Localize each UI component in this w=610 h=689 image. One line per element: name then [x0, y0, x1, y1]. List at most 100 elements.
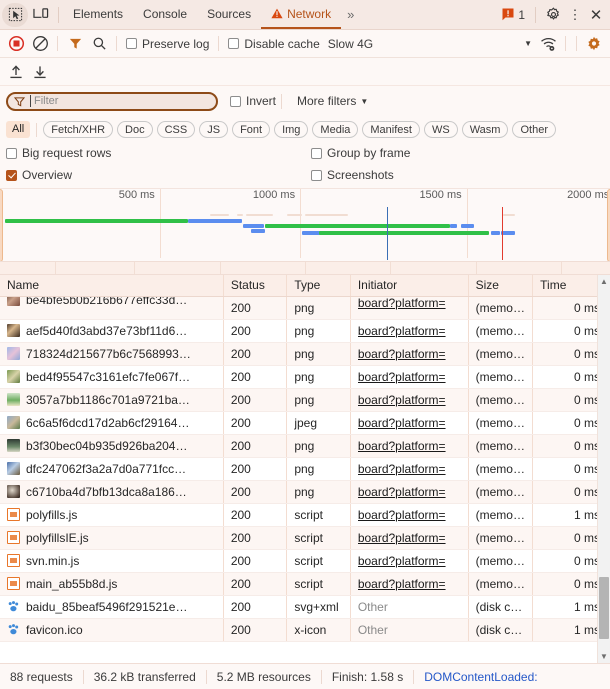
table-row[interactable]: svn.min.js 200 script board?platform= (m…: [0, 549, 610, 573]
disable-cache-checkbox[interactable]: Disable cache: [224, 37, 323, 51]
column-header-size[interactable]: Size: [468, 275, 534, 297]
table-row[interactable]: bed4f95547c3161efc7fe067f… 200 png board…: [0, 365, 610, 389]
cell-name[interactable]: 6c6a5f6dcd17d2ab6cf29164…: [0, 411, 224, 435]
initiator-link[interactable]: board?platform=: [358, 416, 467, 430]
table-row[interactable]: baidu_85beaf5496f291521e… 200 svg+xml Ot…: [0, 595, 610, 619]
chip-img[interactable]: Img: [274, 121, 309, 138]
cell-initiator[interactable]: board?platform=: [350, 342, 469, 366]
cell-name[interactable]: 3057a7bb1186c701a9721ba…: [0, 388, 224, 412]
cell-initiator[interactable]: board?platform=: [350, 480, 469, 504]
chip-fetch-xhr[interactable]: Fetch/XHR: [43, 121, 114, 138]
export-har-icon[interactable]: [32, 64, 48, 80]
chip-doc[interactable]: Doc: [117, 121, 153, 138]
table-scrollbar[interactable]: ▲ ▼: [597, 275, 610, 663]
import-har-icon[interactable]: [8, 64, 24, 80]
cell-initiator[interactable]: board?platform=: [350, 457, 469, 481]
search-input[interactable]: Filter: [6, 91, 218, 111]
scroll-down-arrow[interactable]: ▼: [598, 650, 610, 663]
column-header-name[interactable]: Name: [0, 275, 224, 297]
cell-initiator[interactable]: board?platform=: [350, 526, 469, 550]
table-row[interactable]: main_ab55b8d.js 200 script board?platfor…: [0, 572, 610, 596]
chip-font[interactable]: Font: [232, 121, 271, 138]
table-row[interactable]: 6c6a5f6dcd17d2ab6cf29164… 200 jpeg board…: [0, 411, 610, 435]
column-header-initiator[interactable]: Initiator: [350, 275, 469, 297]
more-filters-dropdown[interactable]: More filters ▼: [297, 94, 368, 108]
initiator-link[interactable]: board?platform=: [358, 439, 467, 453]
cell-initiator[interactable]: board?platform=: [350, 549, 469, 573]
cell-name[interactable]: dfc247062f3a2a7d0a771fcc…: [0, 457, 224, 481]
request-table-container[interactable]: Name Status Type Initiator Size Time be4…: [0, 275, 610, 663]
tab-elements[interactable]: Elements: [63, 0, 133, 29]
tab-console[interactable]: Console: [133, 0, 197, 29]
cell-name[interactable]: baidu_85beaf5496f291521e…: [0, 595, 224, 619]
record-stop-icon[interactable]: [4, 33, 28, 55]
big-request-rows-checkbox[interactable]: Big request rows: [6, 146, 311, 160]
table-row[interactable]: c6710ba4d7bfb13dca8a186… 200 png board?p…: [0, 480, 610, 504]
cell-initiator[interactable]: board?platform=: [350, 572, 469, 596]
table-row[interactable]: dfc247062f3a2a7d0a771fcc… 200 png board?…: [0, 457, 610, 481]
table-row[interactable]: 718324d215677b6c7568993… 200 png board?p…: [0, 342, 610, 366]
table-row[interactable]: 3057a7bb1186c701a9721ba… 200 png board?p…: [0, 388, 610, 412]
cell-initiator[interactable]: board?platform=: [350, 434, 469, 458]
search-icon[interactable]: [87, 33, 111, 55]
column-header-status[interactable]: Status: [223, 275, 288, 297]
network-overview[interactable]: 500 ms 1000 ms 1500 ms 2000 ms: [0, 189, 610, 275]
column-header-type[interactable]: Type: [286, 275, 351, 297]
cell-name[interactable]: bed4f95547c3161efc7fe067f…: [0, 365, 224, 389]
chip-wasm[interactable]: Wasm: [461, 121, 509, 138]
initiator-link[interactable]: board?platform=: [358, 347, 467, 361]
overview-checkbox[interactable]: Overview: [6, 168, 311, 182]
device-toolbar-icon[interactable]: [28, 3, 54, 27]
table-row[interactable]: polyfills.js 200 script board?platform= …: [0, 503, 610, 527]
clear-icon[interactable]: [28, 33, 52, 55]
initiator-link[interactable]: board?platform=: [358, 370, 467, 384]
group-by-frame-checkbox[interactable]: Group by frame: [311, 146, 604, 160]
cell-name[interactable]: polyfills.js: [0, 503, 224, 527]
gear-icon[interactable]: [540, 3, 566, 27]
table-row[interactable]: aef5d40fd3abd37e73bf11d6… 200 png board?…: [0, 319, 610, 343]
more-tabs-icon[interactable]: »: [341, 7, 360, 22]
cell-initiator[interactable]: board?platform=: [350, 411, 469, 435]
initiator-link[interactable]: board?platform=: [358, 577, 467, 591]
cell-initiator[interactable]: board?platform=: [350, 503, 469, 527]
filter-funnel-icon[interactable]: [63, 33, 87, 55]
cell-name[interactable]: main_ab55b8d.js: [0, 572, 224, 596]
tab-sources[interactable]: Sources: [197, 0, 261, 29]
table-row[interactable]: be4bfe5b0b216b677effc33d… 200 png board?…: [0, 296, 610, 320]
error-count-badge[interactable]: 1: [496, 8, 531, 22]
initiator-link[interactable]: board?platform=: [358, 554, 467, 568]
cell-initiator[interactable]: board?platform=: [350, 365, 469, 389]
cell-name[interactable]: 718324d215677b6c7568993…: [0, 342, 224, 366]
table-row[interactable]: b3f30bec04b935d926ba204… 200 png board?p…: [0, 434, 610, 458]
chip-ws[interactable]: WS: [423, 121, 458, 138]
chip-js[interactable]: JS: [199, 121, 229, 138]
cell-initiator[interactable]: board?platform=: [350, 388, 469, 412]
initiator-link[interactable]: board?platform=: [358, 296, 467, 310]
chip-manifest[interactable]: Manifest: [362, 121, 420, 138]
network-conditions-icon[interactable]: [536, 33, 560, 55]
initiator-link[interactable]: board?platform=: [358, 324, 467, 338]
initiator-link[interactable]: board?platform=: [358, 462, 467, 476]
tab-network[interactable]: Network: [261, 0, 342, 29]
cell-initiator[interactable]: board?platform=: [350, 319, 469, 343]
chip-all[interactable]: All: [6, 121, 31, 138]
cell-name[interactable]: favicon.ico: [0, 618, 224, 642]
table-row[interactable]: favicon.ico 200 x-icon Other (disk c… 1 …: [0, 618, 610, 642]
close-icon[interactable]: ✕: [584, 6, 608, 24]
cell-name[interactable]: b3f30bec04b935d926ba204…: [0, 434, 224, 458]
table-row[interactable]: polyfillsIE.js 200 script board?platform…: [0, 526, 610, 550]
screenshots-checkbox[interactable]: Screenshots: [311, 168, 604, 182]
settings-gear-icon[interactable]: [582, 33, 606, 55]
initiator-link[interactable]: board?platform=: [358, 508, 467, 522]
chevron-down-icon[interactable]: ▼: [520, 39, 536, 48]
overview-window-handle-left[interactable]: [0, 189, 3, 262]
cell-name[interactable]: svn.min.js: [0, 549, 224, 573]
initiator-link[interactable]: board?platform=: [358, 531, 467, 545]
cell-name[interactable]: polyfillsIE.js: [0, 526, 224, 550]
inspect-element-icon[interactable]: [2, 2, 28, 27]
preserve-log-checkbox[interactable]: Preserve log: [122, 37, 213, 51]
initiator-link[interactable]: board?platform=: [358, 393, 467, 407]
cell-name[interactable]: c6710ba4d7bfb13dca8a186…: [0, 480, 224, 504]
initiator-link[interactable]: board?platform=: [358, 485, 467, 499]
cell-name[interactable]: aef5d40fd3abd37e73bf11d6…: [0, 319, 224, 343]
